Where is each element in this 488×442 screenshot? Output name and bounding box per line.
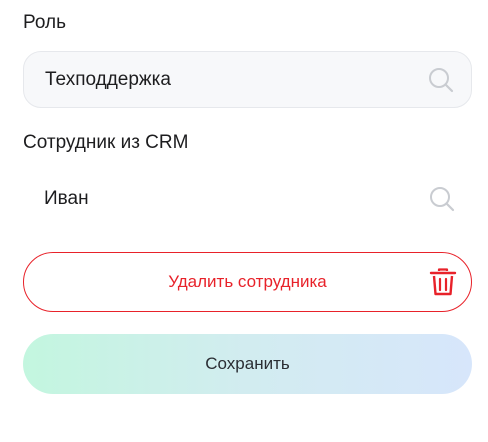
search-icon[interactable] — [427, 66, 455, 94]
employee-field[interactable]: Иван — [23, 170, 472, 227]
role-label: Роль — [23, 12, 66, 33]
trash-icon — [429, 268, 457, 296]
save-label: Сохранить — [205, 354, 290, 373]
role-field[interactable]: Техподдержка — [23, 51, 472, 108]
employee-label: Сотрудник из CRM — [23, 132, 189, 153]
search-icon[interactable] — [428, 185, 456, 213]
delete-employee-button[interactable]: Удалить сотрудника — [23, 252, 472, 312]
employee-value: Иван — [44, 187, 89, 209]
role-value: Техподдержка — [45, 68, 171, 90]
save-button[interactable]: Сохранить — [23, 334, 472, 394]
delete-employee-label: Удалить сотрудника — [168, 272, 327, 291]
employee-form: Роль Техподдержка Сотрудник из CRM Иван … — [0, 0, 488, 442]
